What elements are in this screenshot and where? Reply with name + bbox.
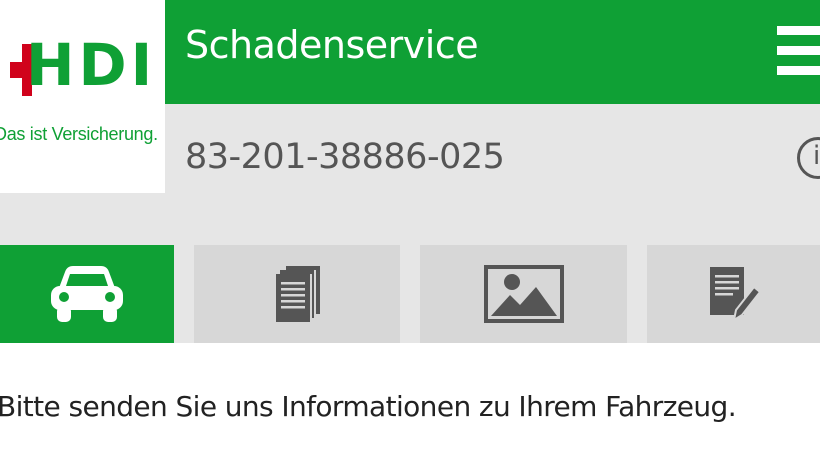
hamburger-menu-icon[interactable] — [777, 20, 820, 80]
documents-icon — [276, 266, 320, 322]
page-title: Schadenservice — [185, 23, 479, 67]
logo-tagline: Das ist Versicherung. — [0, 124, 158, 144]
tab-notes[interactable] — [647, 245, 820, 343]
instruction-text: Bitte senden Sie uns Informationen zu Ih… — [0, 390, 737, 423]
content-area: Bitte senden Sie uns Informationen zu Ih… — [0, 343, 820, 462]
header-bar: Schadenservice — [165, 0, 820, 104]
logo-brand-text: HDI — [26, 31, 157, 99]
image-icon — [483, 265, 564, 323]
hdi-logo: HDI Das ist Versicherung. — [0, 0, 165, 193]
tab-bar — [0, 245, 820, 343]
tab-documents[interactable] — [194, 245, 400, 343]
tab-vehicle[interactable] — [0, 245, 174, 343]
claim-number: 83-201-38886-025 — [185, 137, 505, 177]
info-icon[interactable]: i — [797, 137, 820, 179]
tab-photos[interactable] — [420, 245, 627, 343]
note-pen-icon — [709, 267, 761, 323]
car-icon — [51, 266, 123, 322]
